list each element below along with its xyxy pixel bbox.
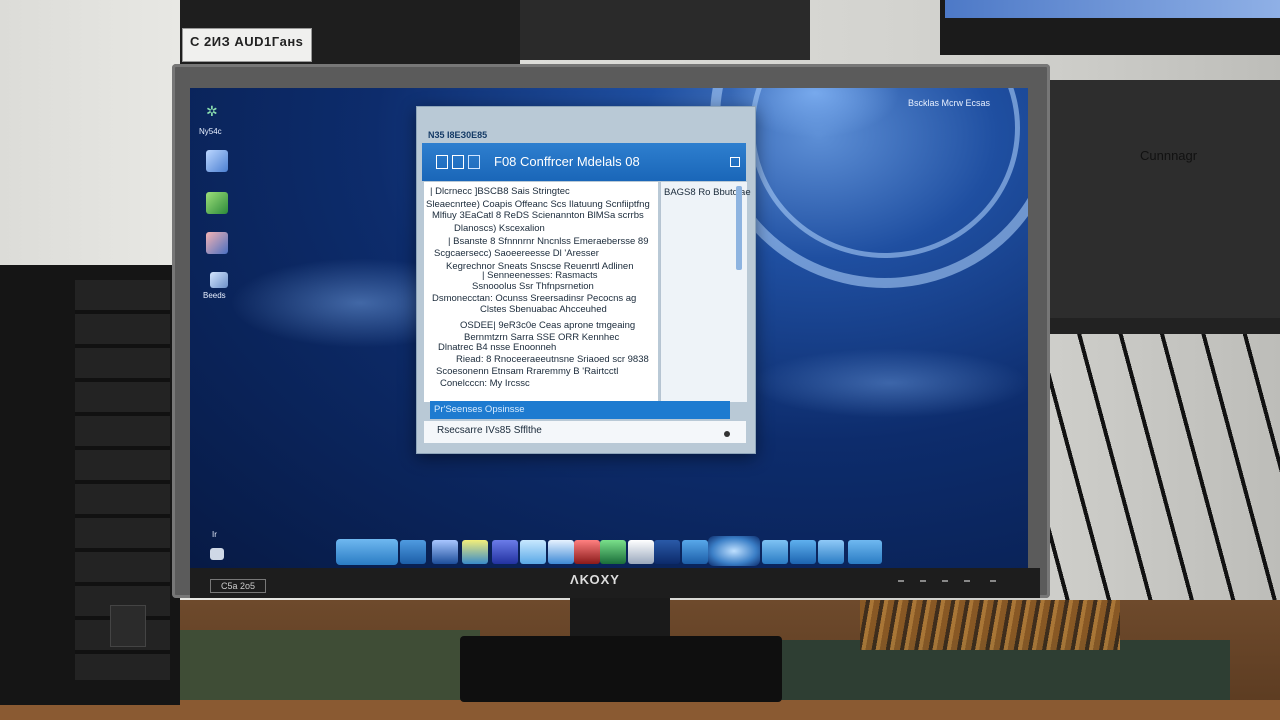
power-button[interactable] [990,580,996,582]
desktop-top-right-text: Bscklas Mcrw Ecsas [908,98,991,108]
start-button[interactable] [336,539,398,565]
desk-edge [0,700,1280,720]
hanging-cables [1048,334,1280,604]
ribbon-cables [860,600,1120,650]
folder-icon[interactable] [206,192,228,214]
taskbar-app-icon[interactable] [654,540,680,564]
taskbar-app-icon[interactable] [400,540,426,564]
list-item[interactable]: Scoesonenn Etnsam Rraremmy B 'Rairtcctl [436,366,618,377]
taskbar-app-icon[interactable] [790,540,816,564]
list-item[interactable]: Clstes Sbenuabac Ahcceuhed [480,304,607,315]
doc-icon [436,155,448,169]
taskbar-highlight-orb[interactable] [708,536,760,566]
monitor-brand-logo: ΛΚΟΧΥ [570,572,620,587]
doc-icon [468,155,480,169]
list-item[interactable]: Riead: 8 Rnoceeraeeutnsne Sriaoed scr 98… [456,354,649,365]
taskbar-app-icon[interactable] [574,540,600,564]
scrollbar-thumb[interactable] [736,186,742,270]
taskbar-app-icon[interactable] [600,540,626,564]
desktop-icon-caption: Beeds [203,291,226,300]
list-item[interactable]: Sleaecnrtee) Coapis Offeanc Scs Ilatuung… [426,199,650,210]
app-icon[interactable] [206,232,228,254]
selected-row-text: Pr'Seenses Opsinsse [434,404,525,415]
resize-grip-icon[interactable] [724,431,730,437]
monitor-stand-neck [570,598,670,638]
monitor-model-label: C5a 2o5 [210,579,266,593]
computer-icon[interactable] [206,150,228,172]
taskbar-app-icon[interactable] [548,540,574,564]
list-item[interactable]: | Senneenesses: Rasmacts [482,270,597,281]
list-item[interactable]: OSDEE| 9eR3c0e Ceas aprone tmgeaing [460,320,635,331]
taskbar-app-icon[interactable] [762,540,788,564]
desktop-icon-caption: Ny54c [199,127,222,136]
list-item[interactable]: Dsmonecctan: Ocunss Sreersadinsr Pecocns… [432,293,636,304]
circuit-board-left [180,630,480,705]
window-title: F08 Conffrcer Mdelals 08 [494,154,640,169]
monitor-button[interactable] [898,580,904,582]
monitor-button[interactable] [942,580,948,582]
sticker-text: C 2ИЗ АUD1Гaнs [190,34,304,49]
list-item[interactable]: Ssnooolus Ssr Thfnpsrnetion [472,281,594,292]
window-caption: N35 I8ЕЗ0Е85 [428,130,488,140]
list-item[interactable]: Dlnatrec B4 nsse Enoonneh [438,342,556,353]
help-icon[interactable] [730,157,740,167]
monitor-button[interactable] [920,580,926,582]
wallpaper-glow [750,348,1028,418]
list-item[interactable]: Mlfiuy 3EaCatl 8 ReDS Scienannton BlMSa … [432,210,644,221]
network-icon[interactable] [210,272,228,288]
side-panel [660,182,747,402]
secondary-monitor-screen [945,0,1280,18]
pc-tower-badge [110,605,146,647]
wall-box-label: Cunnnagr [1140,148,1198,163]
recycle-bin-icon[interactable]: ✲ [206,104,220,118]
taskbar-app-icon[interactable] [682,540,708,564]
wall-mounted-box [1048,80,1280,320]
wall-shelf [1048,318,1280,334]
shelf-equipment-2 [520,0,810,60]
desktop-corner-caption: Ir [212,530,217,539]
status-text: Rsecsarre IVs85 Sfflthe [437,425,542,436]
list-item[interactable]: Dlanoscs) Kscexalion [454,223,545,234]
taskbar-app-icon[interactable] [462,540,488,564]
monitor-button[interactable] [964,580,970,582]
details-list: | Dlcrnecc ]BSCB8 Sais Stringtec Sleaecn… [424,182,658,402]
taskbar-app-icon[interactable] [492,540,518,564]
monitor-stand-base [460,636,782,702]
taskbar-app-icon[interactable] [432,540,458,564]
doc-icon [452,155,464,169]
taskbar-tray[interactable] [848,540,882,564]
desktop-corner-icon[interactable] [210,548,224,560]
list-item[interactable]: Conelcccn: My Ircssc [440,378,530,389]
list-item[interactable]: | Bsanste 8 Sfnnnrnr Nncnlss Emeraeberss… [448,236,648,247]
taskbar-app-icon[interactable] [818,540,844,564]
taskbar-app-icon[interactable] [520,540,546,564]
list-item[interactable]: Scgcaersecc) Saoeereesse Dl 'Aresser [434,248,599,259]
taskbar-app-icon[interactable] [628,540,654,564]
list-item[interactable]: | Dlcrnecc ]BSCB8 Sais Stringtec [430,186,570,197]
